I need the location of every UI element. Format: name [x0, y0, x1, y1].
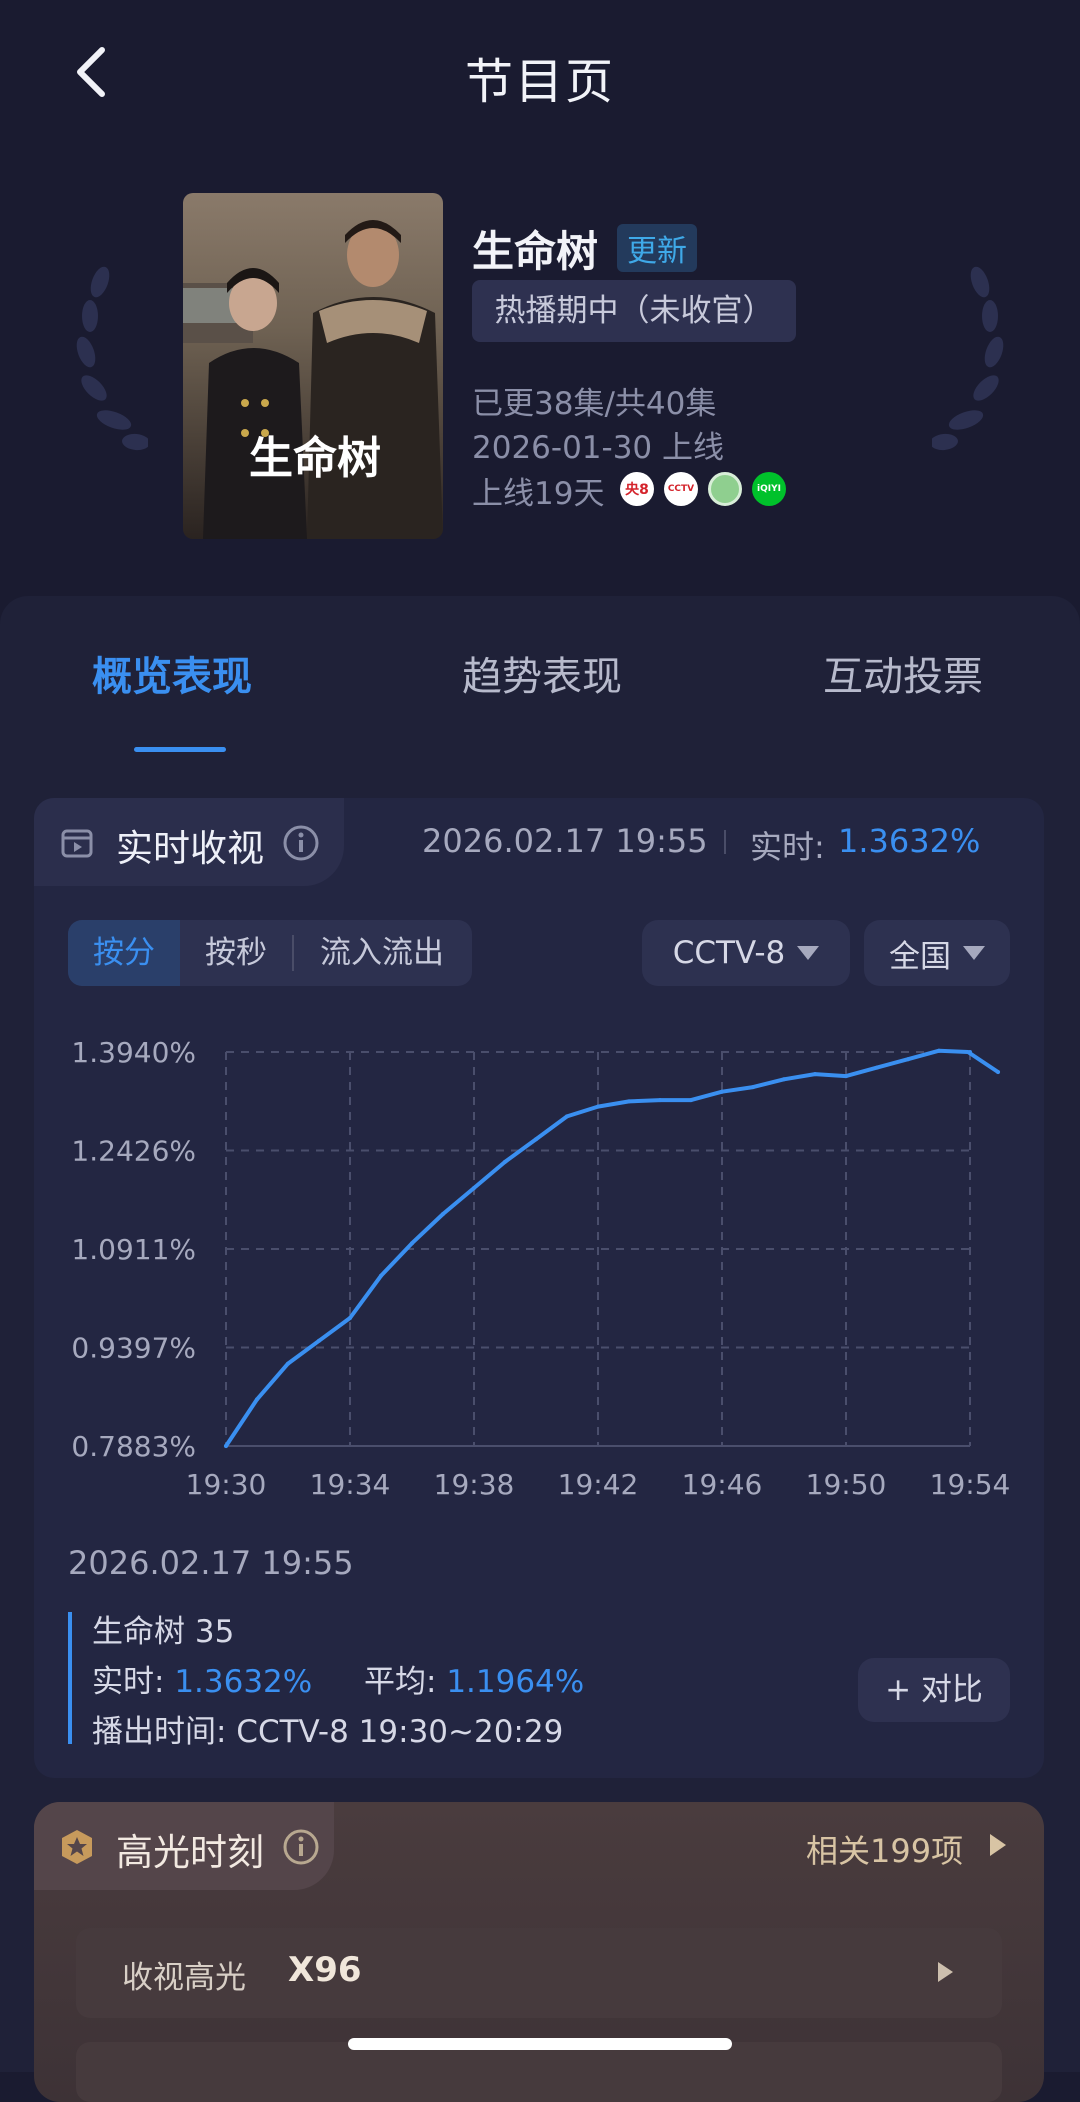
- summary-date: 2026.02.17 19:55: [68, 1544, 354, 1582]
- realtime-title: 实时收视: [116, 827, 264, 870]
- laurel-right-icon: [932, 266, 1004, 451]
- y-tick-label: 0.9397%: [71, 1332, 196, 1365]
- poster-caption: 生命树: [249, 433, 381, 484]
- iqiyi-icon[interactable]: iQIYI: [752, 472, 786, 506]
- home-indicator: [348, 2038, 732, 2050]
- x-tick-label: 19:54: [930, 1468, 1011, 1501]
- summary-realtime: 实时: 1.3632%: [92, 1656, 312, 1701]
- data-point: [658, 1098, 662, 1103]
- data-point: [224, 1444, 228, 1448]
- data-point: [286, 1361, 290, 1366]
- x-tick-label: 19:42: [558, 1468, 639, 1501]
- data-point: [472, 1186, 476, 1190]
- data-point: [441, 1212, 445, 1216]
- highlight-item-label: 收视高光: [122, 1960, 246, 1996]
- x-tick-label: 19:46: [682, 1468, 763, 1501]
- region-dropdown[interactable]: 全国: [864, 920, 1010, 986]
- caret-down-icon: [797, 946, 820, 960]
- green-platform-icon[interactable]: [708, 472, 742, 506]
- channel-dropdown[interactable]: CCTV-8: [642, 920, 850, 986]
- data-point: [996, 1070, 1000, 1074]
- page-title: 节目页: [464, 54, 615, 110]
- y-tick-label: 1.2426%: [71, 1135, 196, 1168]
- region-value: 全国: [889, 938, 951, 975]
- summary-average: 平均: 1.1964%: [364, 1656, 584, 1701]
- star-badge-icon: [62, 1830, 92, 1864]
- data-point: [968, 1050, 972, 1054]
- x-tick-label: 19:38: [434, 1468, 515, 1501]
- platform-list: 央8 CCTV iQIYI: [620, 472, 786, 506]
- summary-realtime-label: 实时:: [92, 1664, 175, 1700]
- x-tick-label: 19:30: [186, 1468, 267, 1501]
- y-tick-label: 0.7883%: [71, 1430, 196, 1463]
- data-point: [937, 1048, 941, 1053]
- tab-trend[interactable]: 趋势表现: [462, 644, 622, 702]
- data-point: [844, 1074, 848, 1079]
- series-line: [224, 1048, 1000, 1448]
- data-point: [503, 1159, 507, 1164]
- play-arrow-icon[interactable]: [938, 1962, 953, 1982]
- highlights-more-link[interactable]: 相关199项: [806, 1826, 963, 1872]
- highlight-item-value: X96: [288, 1950, 362, 1990]
- highlights-title: 高光时刻: [116, 1831, 264, 1874]
- data-point: [751, 1085, 755, 1090]
- laurel-left-icon: [76, 266, 148, 451]
- data-point: [534, 1137, 538, 1142]
- segment-per-second[interactable]: 按秒: [180, 920, 292, 986]
- y-tick-label: 1.3940%: [71, 1036, 196, 1069]
- tab-vote[interactable]: 互动投票: [823, 644, 983, 702]
- days-online: 上线19天: [472, 476, 605, 512]
- status-badge: 热播期中（未收官）: [472, 280, 796, 342]
- info-icon[interactable]: [282, 1828, 320, 1866]
- data-point: [255, 1397, 259, 1402]
- compare-button[interactable]: + 对比: [858, 1658, 1010, 1722]
- ratings-line-chart[interactable]: 1.3940% 1.2426% 1.0911% 0.9397% 0.7883% 19:30…: [0, 1010, 1080, 1530]
- episode-count: 已更38集/共40集: [472, 386, 717, 422]
- summary-program: 生命树 35: [92, 1614, 235, 1650]
- data-point: [317, 1338, 321, 1343]
- summary-average-value: 1.1964%: [446, 1664, 585, 1700]
- data-point: [875, 1065, 879, 1070]
- data-point: [627, 1099, 631, 1104]
- update-badge: 更新: [617, 224, 697, 272]
- video-icon: [61, 829, 93, 858]
- divider: [724, 830, 726, 854]
- cctv-app-icon[interactable]: CCTV: [664, 472, 698, 506]
- realtime-timestamp: 2026.02.17 19:55: [422, 822, 708, 860]
- summary-average-label: 平均:: [364, 1664, 447, 1700]
- play-arrow-icon[interactable]: [990, 1834, 1006, 1856]
- tab-overview[interactable]: 概览表现: [92, 644, 252, 702]
- cctv8-icon[interactable]: 央8: [620, 472, 654, 506]
- data-point: [348, 1316, 352, 1320]
- info-icon[interactable]: [282, 824, 320, 862]
- summary-realtime-value: 1.3632%: [174, 1664, 313, 1700]
- data-point: [689, 1098, 693, 1103]
- data-point: [720, 1089, 724, 1094]
- data-point: [782, 1077, 786, 1082]
- premiere-date: 2026-01-30 上线: [472, 430, 725, 466]
- summary-airtime: 播出时间: CCTV-8 19:30~20:29: [92, 1714, 564, 1750]
- tab-indicator: [134, 747, 226, 752]
- data-point: [906, 1057, 910, 1062]
- program-title: 生命树: [472, 227, 599, 276]
- x-tick-label: 19:34: [310, 1468, 391, 1501]
- data-point: [565, 1114, 569, 1119]
- data-point: [596, 1104, 600, 1109]
- highlight-item[interactable]: [76, 2042, 1002, 2102]
- segment-per-minute[interactable]: 按分: [68, 920, 180, 986]
- data-point: [813, 1072, 817, 1077]
- segment-flow[interactable]: 流入流出: [294, 920, 470, 986]
- y-tick-label: 1.0911%: [71, 1233, 196, 1266]
- caret-down-icon: [963, 946, 985, 960]
- data-point: [379, 1273, 383, 1278]
- x-tick-label: 19:50: [806, 1468, 887, 1501]
- realtime-label: 实时:: [750, 828, 825, 866]
- program-poster[interactable]: 生命树: [183, 193, 443, 539]
- summary-accent-bar: [68, 1612, 72, 1744]
- channel-value: CCTV-8: [672, 935, 786, 971]
- data-point: [410, 1241, 414, 1246]
- granularity-segmented-control: 按分 按秒 流入流出: [68, 920, 472, 986]
- realtime-value: 1.3632%: [838, 822, 981, 860]
